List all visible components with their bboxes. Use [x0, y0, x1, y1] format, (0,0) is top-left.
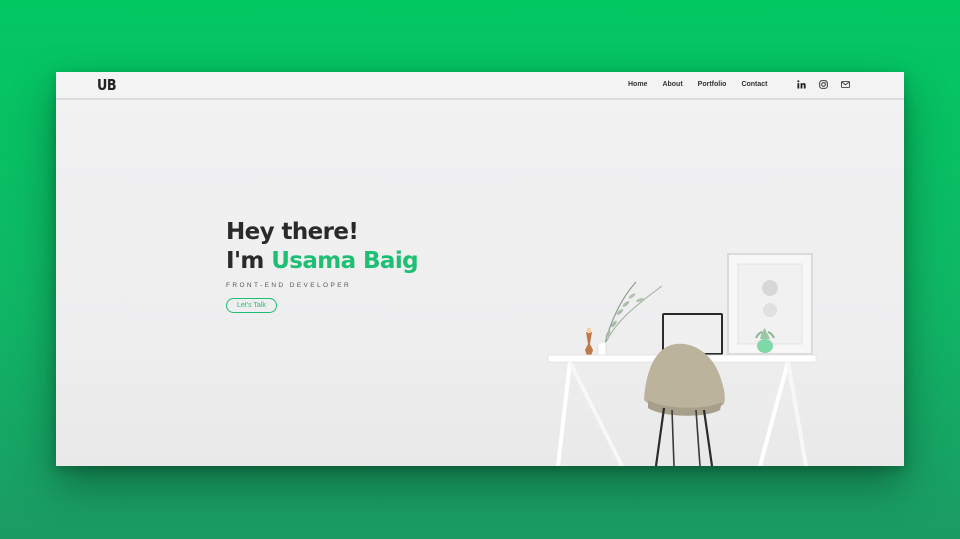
- top-navbar: UB Home About Portfolio Contact: [56, 72, 904, 100]
- figurine-icon: [585, 328, 593, 356]
- nav-about-link[interactable]: About: [662, 81, 682, 88]
- chair-icon: [644, 343, 725, 466]
- instagram-icon[interactable]: [819, 80, 828, 89]
- logo[interactable]: UB: [97, 76, 117, 94]
- nav-contact-link[interactable]: Contact: [741, 81, 767, 88]
- desk-chair-illustration: [547, 253, 817, 466]
- plant-vase-icon: [597, 281, 663, 359]
- hero-section: Hey there! I'm Usama Baig FRONT-END DEVE…: [226, 218, 419, 313]
- mail-icon[interactable]: [841, 80, 850, 89]
- hero-intro: I'm Usama Baig: [226, 247, 419, 276]
- social-links: [797, 80, 850, 89]
- hero-intro-prefix: I'm: [226, 248, 264, 274]
- nav-menu: Home About Portfolio Contact: [628, 81, 768, 88]
- linkedin-icon[interactable]: [797, 80, 806, 89]
- hero-name: Usama Baig: [271, 248, 418, 274]
- website-screenshot: UB Home About Portfolio Contact Hey ther…: [56, 72, 904, 466]
- lets-talk-button[interactable]: Let's Talk: [226, 298, 277, 313]
- nav-portfolio-link[interactable]: Portfolio: [698, 81, 727, 88]
- hero-subtitle: FRONT-END DEVELOPER: [226, 282, 352, 289]
- nav-home-link[interactable]: Home: [628, 81, 647, 88]
- hero-greeting: Hey there!: [226, 219, 359, 245]
